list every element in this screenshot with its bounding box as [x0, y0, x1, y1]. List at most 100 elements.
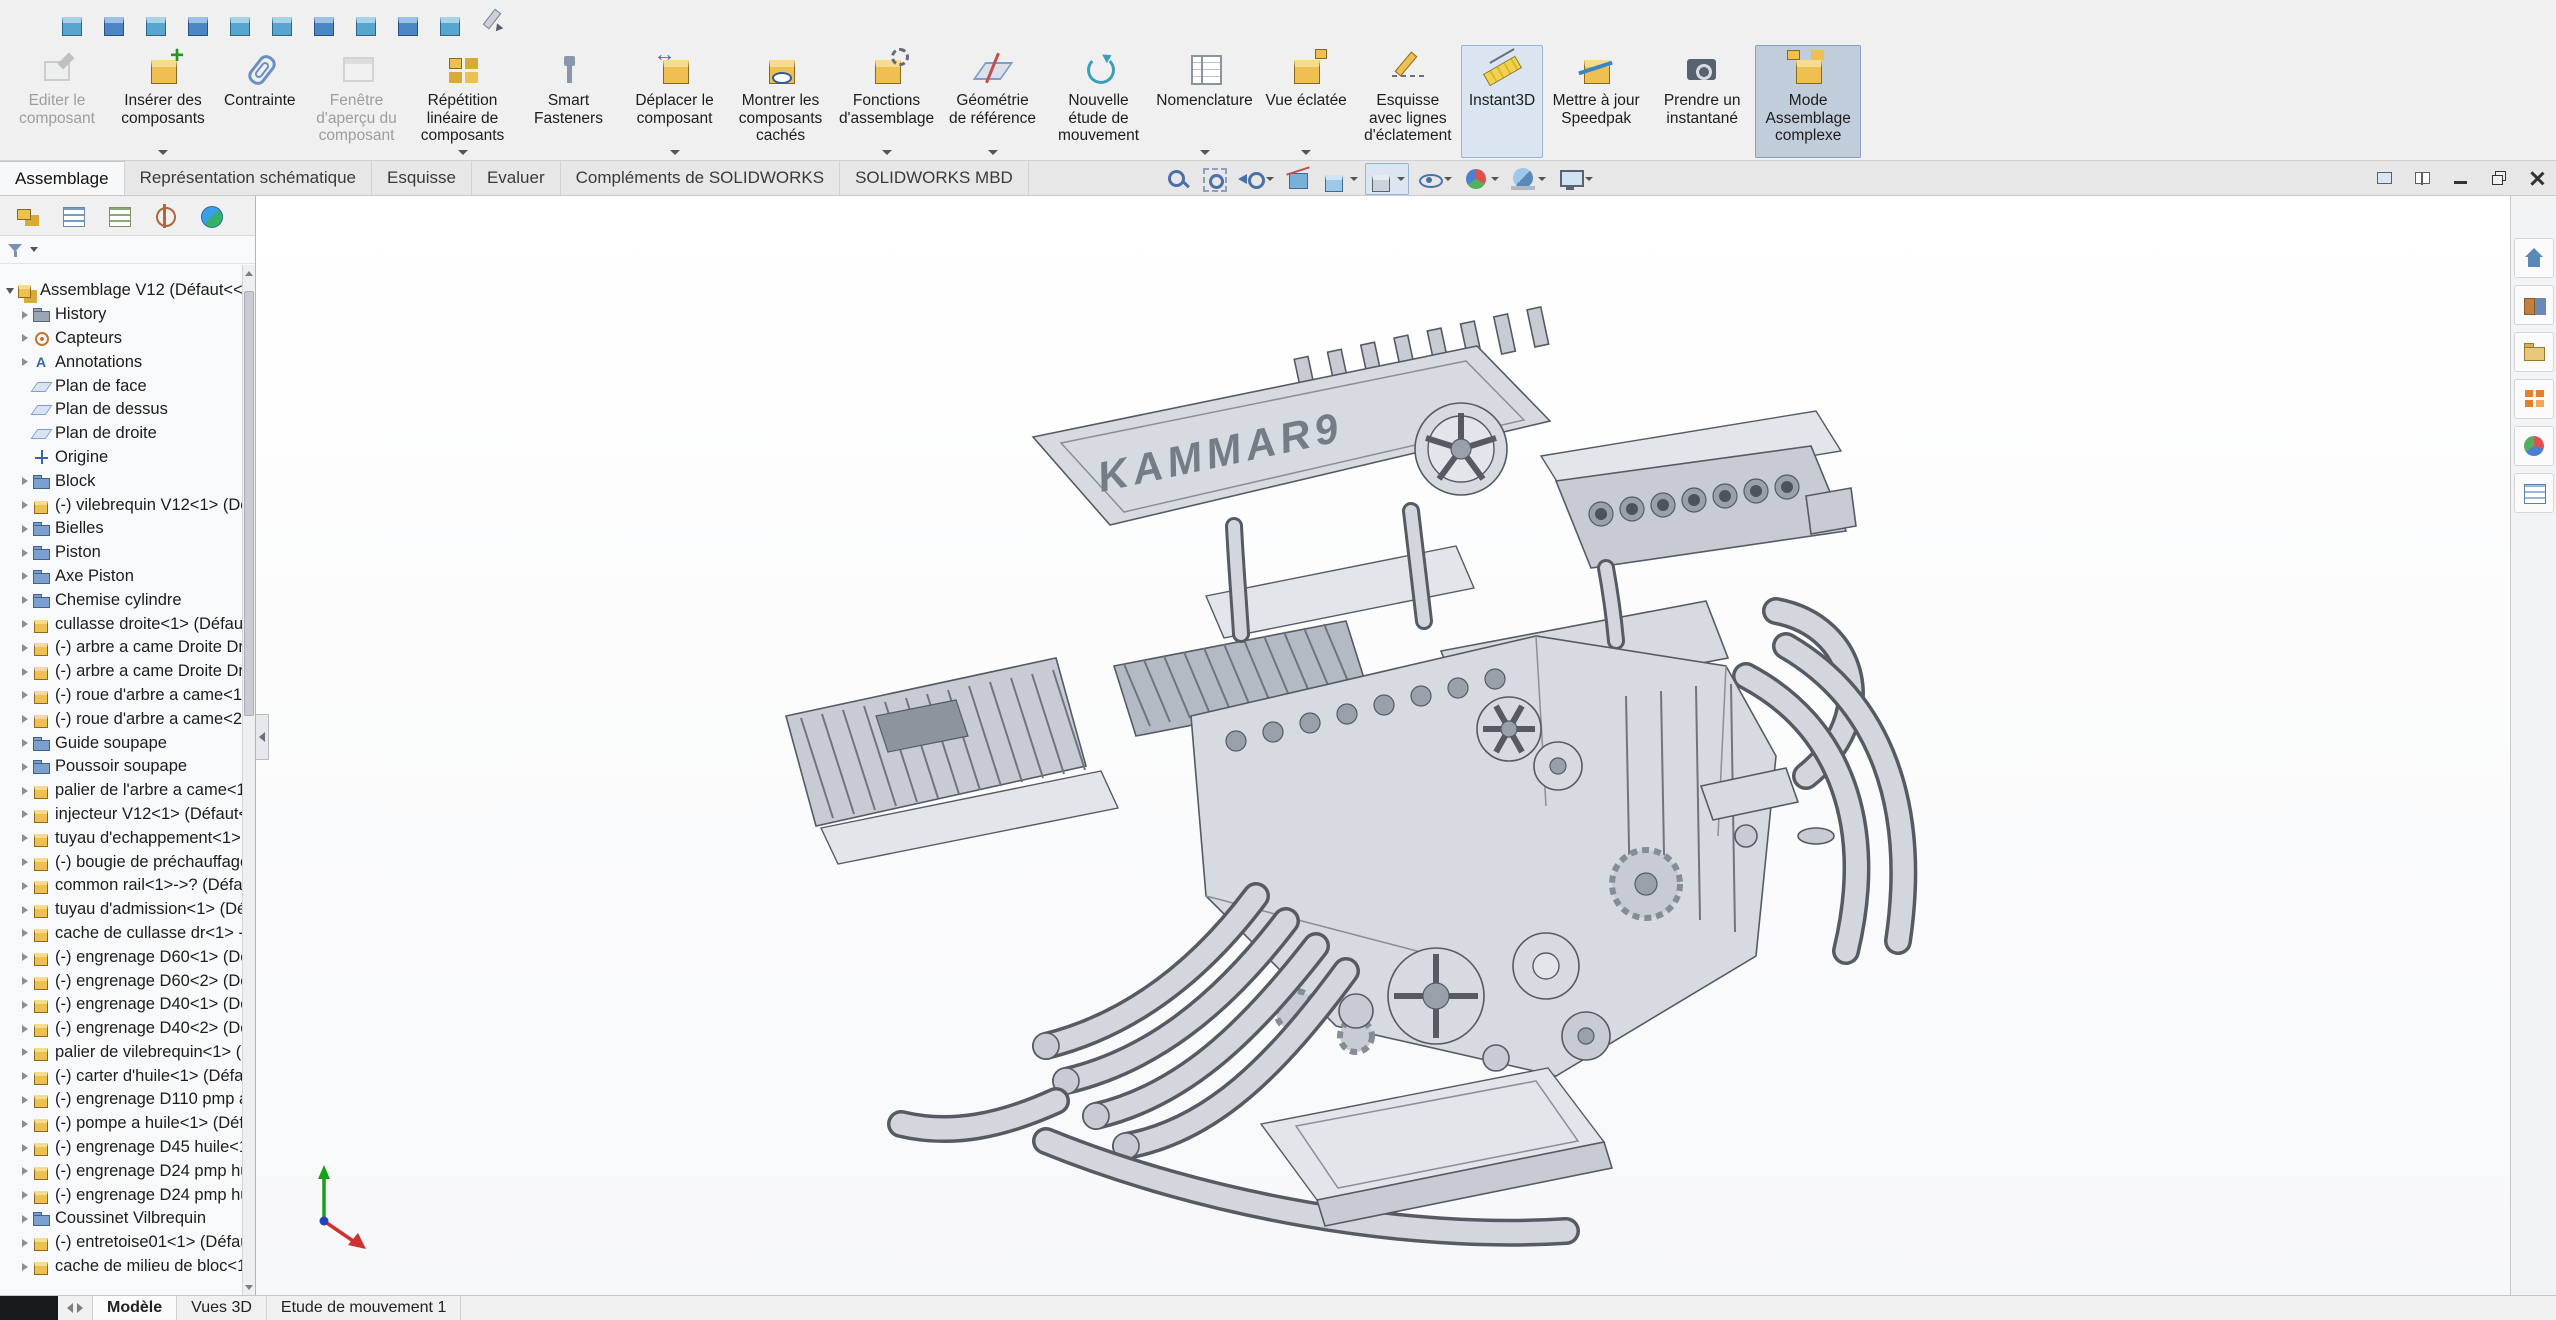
- tree-item[interactable]: (-) roue d'arbre a came<1> (: [0, 684, 242, 708]
- expand-arrow-icon[interactable]: [18, 712, 32, 726]
- view-tool-button[interactable]: [1197, 163, 1231, 195]
- tree-item[interactable]: (-) engrenage D60<2> (Défa: [0, 969, 242, 993]
- tree-item[interactable]: (-) arbre a came Droite Droit: [0, 636, 242, 660]
- quick-access-icon[interactable]: [394, 6, 424, 36]
- ribbon-button[interactable]: Fonctions d'assemblage: [834, 45, 940, 158]
- view-tool-button[interactable]: [1318, 163, 1362, 195]
- tree-item[interactable]: (-) engrenage D24 pmp huile: [0, 1183, 242, 1207]
- expand-arrow-icon[interactable]: [18, 998, 32, 1012]
- tree-item[interactable]: (-) pompe a huile<1> (Défau: [0, 1112, 242, 1136]
- view-tool-button[interactable]: [1459, 163, 1503, 195]
- quick-access-icon[interactable]: [184, 6, 214, 36]
- tree-item[interactable]: (-) arbre a came Droite Droit: [0, 660, 242, 684]
- quick-access-icon[interactable]: [58, 6, 88, 36]
- expand-arrow-icon[interactable]: [18, 903, 32, 917]
- expand-arrow-icon[interactable]: [18, 308, 32, 322]
- view-tool-button[interactable]: [1234, 163, 1278, 195]
- view-tool-button[interactable]: [1506, 163, 1550, 195]
- tree-item[interactable]: Origine: [0, 446, 242, 470]
- expand-arrow-icon[interactable]: [18, 1188, 32, 1202]
- feature-tree-root[interactable]: Assemblage V12 (Défaut<<Déf: [0, 279, 242, 303]
- expand-arrow-icon[interactable]: [18, 974, 32, 988]
- minimize-button[interactable]: [2442, 161, 2480, 195]
- tree-scrollbar[interactable]: [242, 265, 255, 1295]
- tree-item[interactable]: (-) roue d'arbre a came<2> (: [0, 707, 242, 731]
- model-tab[interactable]: Vues 3D: [177, 1296, 267, 1320]
- ribbon-button[interactable]: Esquisse avec lignes d'éclatement: [1355, 45, 1461, 158]
- expand-arrow-icon[interactable]: [18, 450, 32, 464]
- expand-arrow-icon[interactable]: [18, 1141, 32, 1155]
- expand-arrow-icon[interactable]: [18, 1069, 32, 1083]
- expand-arrow-icon[interactable]: [18, 784, 32, 798]
- tree-item[interactable]: palier de l'arbre a came<1>: [0, 779, 242, 803]
- restore-button[interactable]: [2480, 161, 2518, 195]
- expand-arrow-icon[interactable]: [18, 617, 32, 631]
- tree-item[interactable]: (-) bougie de préchauffage<: [0, 850, 242, 874]
- panel-tab[interactable]: [60, 203, 86, 229]
- command-tab[interactable]: Compléments de SOLIDWORKS: [561, 161, 840, 195]
- tree-item[interactable]: History: [0, 303, 242, 327]
- quick-access-icon[interactable]: [142, 6, 172, 36]
- ribbon-button[interactable]: Mode Assemblage complexe: [1755, 45, 1861, 158]
- ribbon-button[interactable]: Prendre un instantané: [1649, 45, 1755, 158]
- expand-arrow-icon[interactable]: [18, 831, 32, 845]
- model-tabs-scroll-icon[interactable]: [58, 1296, 92, 1320]
- view-tool-button[interactable]: [1365, 163, 1409, 195]
- view-tool-button[interactable]: [1160, 163, 1194, 195]
- command-tab[interactable]: Esquisse: [372, 161, 472, 195]
- command-tab[interactable]: Assemblage: [0, 161, 125, 195]
- scrollbar-thumb[interactable]: [244, 291, 254, 716]
- tree-item[interactable]: Plan de dessus: [0, 398, 242, 422]
- tree-item[interactable]: Plan de face: [0, 374, 242, 398]
- graphics-viewport[interactable]: KAMMAR9: [256, 196, 2510, 1295]
- quick-access-icon[interactable]: [310, 6, 340, 36]
- filter-dropdown-icon[interactable]: [30, 247, 38, 252]
- tree-item[interactable]: (-) engrenage D60<1> (Défa: [0, 945, 242, 969]
- expand-arrow-icon[interactable]: [18, 1022, 32, 1036]
- tree-item[interactable]: (-) engrenage D40<2> (Défa: [0, 1017, 242, 1041]
- tree-item[interactable]: Plan de droite: [0, 422, 242, 446]
- panel-tab[interactable]: [152, 203, 178, 229]
- quick-access-icon[interactable]: [100, 6, 130, 36]
- tree-item[interactable]: (-) engrenage D45 huile<1>: [0, 1136, 242, 1160]
- collapse-arrow-icon[interactable]: [3, 284, 17, 298]
- expand-arrow-icon[interactable]: [18, 1093, 32, 1107]
- ribbon-button[interactable]: Vue éclatée: [1258, 45, 1355, 158]
- ribbon-button[interactable]: Insérer des composants: [110, 45, 216, 158]
- ribbon-button[interactable]: Instant3D: [1461, 45, 1543, 158]
- ribbon-button[interactable]: Smart Fasteners: [516, 45, 622, 158]
- scroll-down-icon[interactable]: [243, 1279, 255, 1295]
- panel-collapse-handle[interactable]: [256, 714, 269, 760]
- view-tool-button[interactable]: [1412, 163, 1456, 195]
- expand-arrow-icon[interactable]: [18, 331, 32, 345]
- tree-item[interactable]: Guide soupape: [0, 731, 242, 755]
- ribbon-button[interactable]: Répétition linéaire de composants: [410, 45, 516, 158]
- expand-arrow-icon[interactable]: [18, 1260, 32, 1274]
- expand-arrow-icon[interactable]: [18, 1236, 32, 1250]
- tree-item[interactable]: (-) vilebrequin V12<1> (Défa: [0, 493, 242, 517]
- task-pane-button[interactable]: [2514, 238, 2554, 278]
- panel-tab[interactable]: [198, 203, 224, 229]
- tree-item[interactable]: cullasse droite<1> (Défaut<: [0, 612, 242, 636]
- expand-arrow-icon[interactable]: [18, 641, 32, 655]
- view-tool-button[interactable]: [1553, 163, 1597, 195]
- command-tab[interactable]: Evaluer: [472, 161, 561, 195]
- filter-funnel-icon[interactable]: [6, 241, 24, 259]
- scroll-up-icon[interactable]: [243, 265, 255, 281]
- expand-arrow-icon[interactable]: [18, 950, 32, 964]
- tree-item[interactable]: tuyau d'admission<1> (Défa: [0, 898, 242, 922]
- ribbon-button[interactable]: Editer le composant: [4, 45, 110, 158]
- tree-item[interactable]: cache de cullasse dr<1> -> (: [0, 922, 242, 946]
- ribbon-button[interactable]: Montrer les composants cachés: [728, 45, 834, 158]
- panel-tab[interactable]: [14, 203, 40, 229]
- quick-access-icon[interactable]: [268, 6, 298, 36]
- quick-access-icon[interactable]: [436, 6, 466, 36]
- model-tab[interactable]: Etude de mouvement 1: [267, 1296, 461, 1320]
- expand-arrow-icon[interactable]: [18, 926, 32, 940]
- expand-arrow-icon[interactable]: [18, 569, 32, 583]
- expand-arrow-icon[interactable]: [18, 474, 32, 488]
- ribbon-button[interactable]: Géométrie de référence: [940, 45, 1046, 158]
- task-pane-button[interactable]: [2514, 426, 2554, 466]
- expand-arrow-icon[interactable]: [18, 1045, 32, 1059]
- view-tool-button[interactable]: [1281, 163, 1315, 195]
